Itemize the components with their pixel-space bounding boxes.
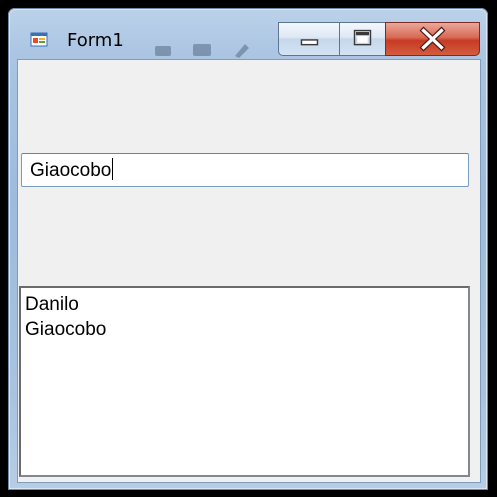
caption-buttons — [278, 14, 480, 56]
text-caret — [112, 158, 114, 180]
minimize-icon — [300, 39, 319, 46]
names-listbox[interactable]: Danilo Giaocobo — [19, 286, 470, 477]
form-client-area: Giaocobo Danilo Giaocobo — [17, 59, 481, 483]
background-taskbar-icons — [153, 38, 273, 60]
list-item[interactable]: Danilo — [25, 292, 468, 317]
maximize-icon — [353, 29, 372, 46]
close-button[interactable] — [385, 22, 480, 56]
list-item[interactable]: Giaocobo — [25, 317, 468, 342]
textbox-value: Giaocobo — [30, 160, 112, 181]
form-icon[interactable] — [30, 30, 48, 48]
window-title: Form1 — [67, 30, 124, 51]
close-icon — [419, 26, 446, 52]
name-textbox[interactable]: Giaocobo — [21, 153, 469, 187]
maximize-button[interactable] — [339, 22, 386, 56]
minimize-button[interactable] — [278, 22, 340, 56]
